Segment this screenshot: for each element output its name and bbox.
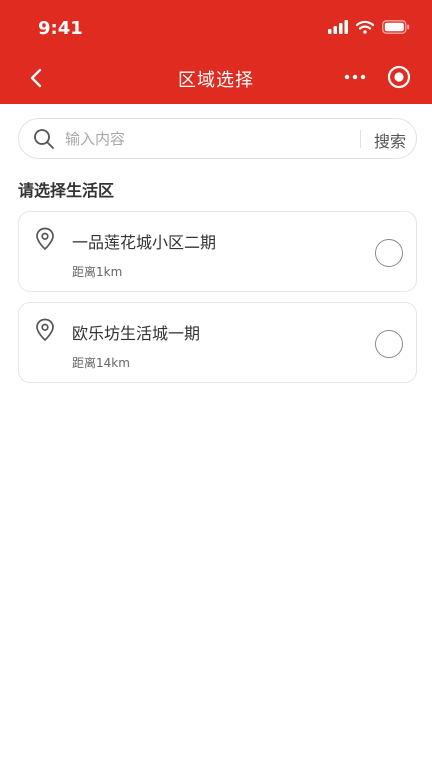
select-radio[interactable]	[375, 239, 403, 267]
status-bar: 9:41	[0, 0, 432, 56]
signal-icon	[328, 20, 348, 34]
community-card[interactable]: 一品莲花城小区二期 距离1km	[18, 211, 417, 292]
more-icon	[344, 74, 366, 80]
status-time: 9:41	[38, 18, 83, 39]
community-name: 一品莲花城小区二期	[72, 233, 217, 252]
wifi-icon	[356, 20, 374, 34]
more-button[interactable]	[342, 64, 368, 90]
search-icon	[34, 129, 54, 149]
close-button[interactable]	[386, 64, 412, 90]
section-title: 请选择生活区	[18, 181, 115, 200]
close-icon	[387, 65, 411, 89]
header: 9:41 区域选择	[0, 0, 432, 104]
search-box: 搜索	[18, 118, 417, 159]
search-button[interactable]: 搜索	[368, 128, 412, 151]
location-pin-icon	[36, 318, 54, 342]
community-name: 欧乐坊生活城一期	[72, 324, 201, 343]
community-distance: 距离1km	[72, 265, 123, 279]
community-card[interactable]: 欧乐坊生活城一期 距离14km	[18, 302, 417, 383]
battery-icon	[382, 20, 410, 34]
status-icons	[328, 20, 410, 34]
community-distance: 距离14km	[72, 356, 130, 370]
location-pin-icon	[36, 227, 54, 251]
nav-bar: 区域选择	[0, 56, 432, 100]
search-divider	[360, 130, 361, 148]
search-input[interactable]	[65, 125, 355, 153]
capsule-menu	[342, 64, 412, 90]
select-radio[interactable]	[375, 330, 403, 358]
